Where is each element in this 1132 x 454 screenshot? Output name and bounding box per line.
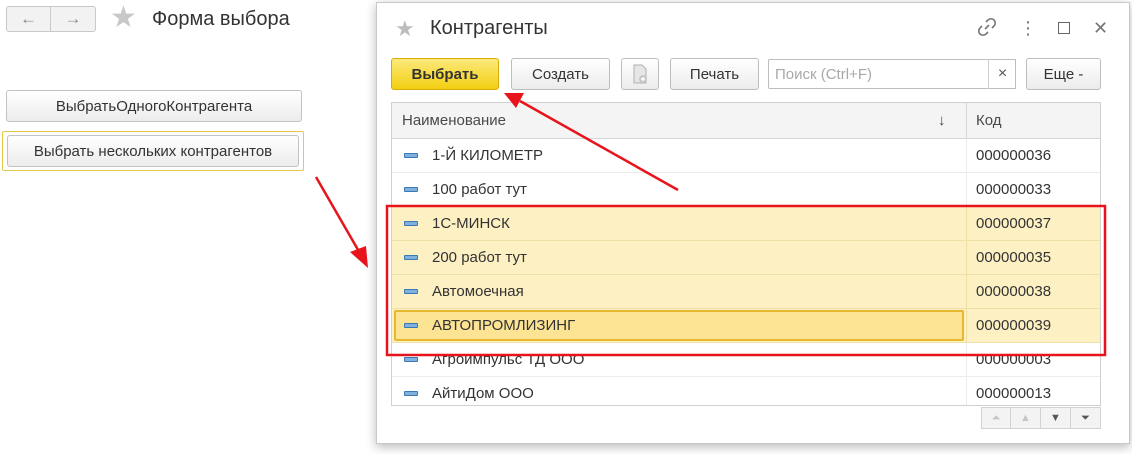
print-button[interactable]: Печать xyxy=(670,58,759,90)
catalog-item-icon xyxy=(404,323,418,328)
scroll-down-icon[interactable]: ▼ xyxy=(1041,407,1071,429)
sort-arrow-icon: ↓ xyxy=(938,112,946,129)
table-row-selected[interactable]: 200 работ тут 000000035 xyxy=(392,241,1100,275)
select-button[interactable]: Выбрать xyxy=(391,58,499,90)
row-divider xyxy=(966,241,967,274)
row-divider xyxy=(966,309,967,342)
create-button[interactable]: Создать xyxy=(511,58,610,90)
cell-code: 000000039 xyxy=(976,317,1052,334)
catalog-item-icon xyxy=(404,357,418,362)
search-input[interactable] xyxy=(768,59,1016,89)
table-header: Наименование ↓ Код xyxy=(392,103,1100,139)
dialog-title: Контрагенты xyxy=(430,17,548,39)
table-row-selected[interactable]: 1С-МИНСК 000000037 xyxy=(392,207,1100,241)
cell-code: 000000013 xyxy=(976,385,1052,402)
more-button[interactable]: Еще - xyxy=(1026,58,1101,90)
favorite-star-icon[interactable]: ★ xyxy=(110,3,137,33)
arrow-right-icon: → xyxy=(64,9,82,28)
table-row[interactable]: 100 работ тут 000000033 xyxy=(392,173,1100,207)
cell-code: 000000033 xyxy=(976,181,1052,198)
page-title: Форма выбора xyxy=(152,8,290,30)
table-row-current[interactable]: АВТОПРОМЛИЗИНГ 000000039 xyxy=(392,309,1100,343)
counterparties-dialog: ★ Контрагенты ⋮ ✕ Выбрать Создать Печать… xyxy=(376,2,1130,444)
cell-name: 1-Й КИЛОМЕТР xyxy=(432,147,543,164)
row-divider xyxy=(966,377,967,405)
maximize-square xyxy=(1058,22,1070,34)
cell-name: АйтиДом ООО xyxy=(432,385,534,402)
row-divider xyxy=(966,139,967,172)
table-row[interactable]: 1-Й КИЛОМЕТР 000000036 xyxy=(392,139,1100,173)
cell-name: АВТОПРОМЛИЗИНГ xyxy=(432,317,576,334)
arrow-to-dialog-line xyxy=(314,176,363,256)
row-divider xyxy=(966,275,967,308)
table-row[interactable]: АйтиДом ООО 000000013 xyxy=(392,377,1100,405)
scroll-to-top-icon[interactable]: ⏶ xyxy=(981,407,1011,429)
cell-name: 100 работ тут xyxy=(432,181,527,198)
cell-code: 000000038 xyxy=(976,283,1052,300)
row-divider xyxy=(966,207,967,240)
cell-name: Агроимпульс ТД ООО xyxy=(432,351,585,368)
scroll-to-bottom-icon[interactable]: ⏷ xyxy=(1071,407,1101,429)
cell-code: 000000036 xyxy=(976,147,1052,164)
select-many-button-focus-frame: Выбрать нескольких контрагентов xyxy=(2,131,304,171)
table-scroll-controls: ⏶ ▲ ▼ ⏷ xyxy=(981,407,1101,429)
select-one-counterparty-button[interactable]: ВыбратьОдногоКонтрагента xyxy=(6,90,302,122)
arrow-to-dialog-head xyxy=(350,246,368,268)
catalog-item-icon xyxy=(404,255,418,260)
forward-button[interactable]: → xyxy=(51,6,96,32)
favorite-star-icon[interactable]: ★ xyxy=(395,16,415,42)
scroll-up-icon[interactable]: ▲ xyxy=(1011,407,1041,429)
close-icon[interactable]: ✕ xyxy=(1093,17,1108,39)
catalog-item-icon xyxy=(404,187,418,192)
link-icon[interactable] xyxy=(977,17,997,42)
cell-code: 000000003 xyxy=(976,351,1052,368)
copy-button[interactable] xyxy=(621,58,659,90)
row-divider xyxy=(966,343,967,376)
column-header-name[interactable]: Наименование xyxy=(402,103,506,139)
counterparties-table: Наименование ↓ Код 1-Й КИЛОМЕТР 00000003… xyxy=(391,102,1101,406)
copy-document-icon xyxy=(633,64,647,84)
catalog-item-icon xyxy=(404,391,418,396)
column-header-code[interactable]: Код xyxy=(976,103,1002,139)
cell-name: 200 работ тут xyxy=(432,249,527,266)
search-clear-icon[interactable]: × xyxy=(988,59,1016,89)
select-many-counterparties-button[interactable]: Выбрать нескольких контрагентов xyxy=(7,135,299,167)
catalog-item-icon xyxy=(404,289,418,294)
catalog-item-icon xyxy=(404,153,418,158)
link-icon-svg xyxy=(977,17,997,37)
more-actions-icon[interactable]: ⋮ xyxy=(1019,17,1037,39)
cell-code: 000000037 xyxy=(976,215,1052,232)
cell-name: 1С-МИНСК xyxy=(432,215,510,232)
arrow-left-icon: ← xyxy=(20,9,37,28)
cell-code: 000000035 xyxy=(976,249,1052,266)
maximize-icon[interactable] xyxy=(1058,17,1070,34)
column-divider[interactable] xyxy=(966,103,967,138)
row-divider xyxy=(966,173,967,206)
cell-name: Автомоечная xyxy=(432,283,524,300)
navigation-buttons: ← → xyxy=(6,6,96,32)
back-button[interactable]: ← xyxy=(6,6,51,32)
table-row[interactable]: Агроимпульс ТД ООО 000000003 xyxy=(392,343,1100,377)
catalog-item-icon xyxy=(404,221,418,226)
table-row-selected[interactable]: Автомоечная 000000038 xyxy=(392,275,1100,309)
